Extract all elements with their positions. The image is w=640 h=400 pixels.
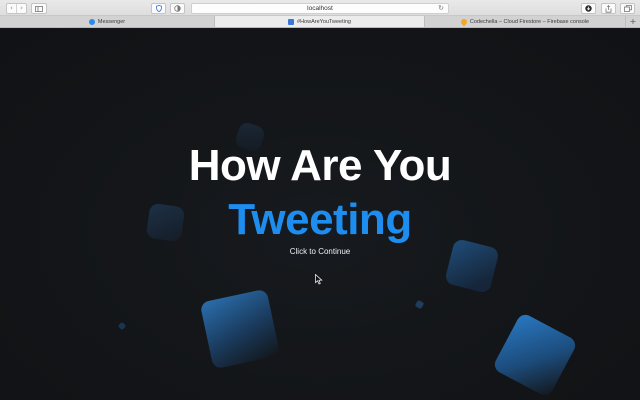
decorative-square [491, 311, 579, 399]
tab-label: #HowAreYouTweeting [297, 18, 351, 25]
firebase-icon [459, 17, 469, 26]
mouse-cursor-icon [315, 274, 323, 285]
tab-label: Codechella – Cloud Firestore – Firebase … [469, 18, 590, 25]
decorative-square [117, 321, 127, 331]
messenger-icon [88, 18, 95, 25]
new-tab-icon[interactable]: + [626, 16, 640, 27]
shield-icon[interactable] [151, 3, 166, 14]
hero-title-line-2: Tweeting [228, 195, 412, 244]
tab-bar: Messenger #HowAreYouTweeting Codechella … [0, 16, 640, 28]
hero-title-line-1: How Are You [188, 141, 452, 190]
tab-how-are-you-tweeting[interactable]: #HowAreYouTweeting [215, 16, 425, 27]
tab-label: Messenger [97, 18, 126, 25]
sidebar-icon[interactable] [31, 3, 47, 14]
browser-toolbar: ‹ › localhost ↻ [0, 0, 640, 16]
forward-arrow-icon[interactable]: › [16, 4, 26, 13]
address-text: localhost [307, 5, 333, 12]
back-arrow-icon[interactable]: ‹ [7, 4, 16, 13]
decorative-square [444, 238, 500, 294]
reader-icon[interactable] [170, 3, 185, 14]
decorative-square [199, 288, 281, 370]
download-icon[interactable] [581, 3, 596, 14]
tab-firebase-console[interactable]: Codechella – Cloud Firestore – Firebase … [425, 16, 626, 27]
reload-icon[interactable]: ↻ [438, 5, 444, 12]
share-icon[interactable] [601, 3, 616, 14]
decorative-square [414, 299, 425, 310]
site-icon [288, 18, 295, 25]
landing-page[interactable]: How Are You Tweeting Click to Continue [0, 29, 640, 400]
navigation-buttons: ‹ › [6, 3, 27, 14]
tab-messenger[interactable]: Messenger [0, 16, 215, 27]
click-to-continue-link[interactable]: Click to Continue [270, 247, 370, 257]
address-bar[interactable]: localhost ↻ [191, 3, 449, 14]
tab-overview-icon[interactable] [620, 3, 635, 14]
